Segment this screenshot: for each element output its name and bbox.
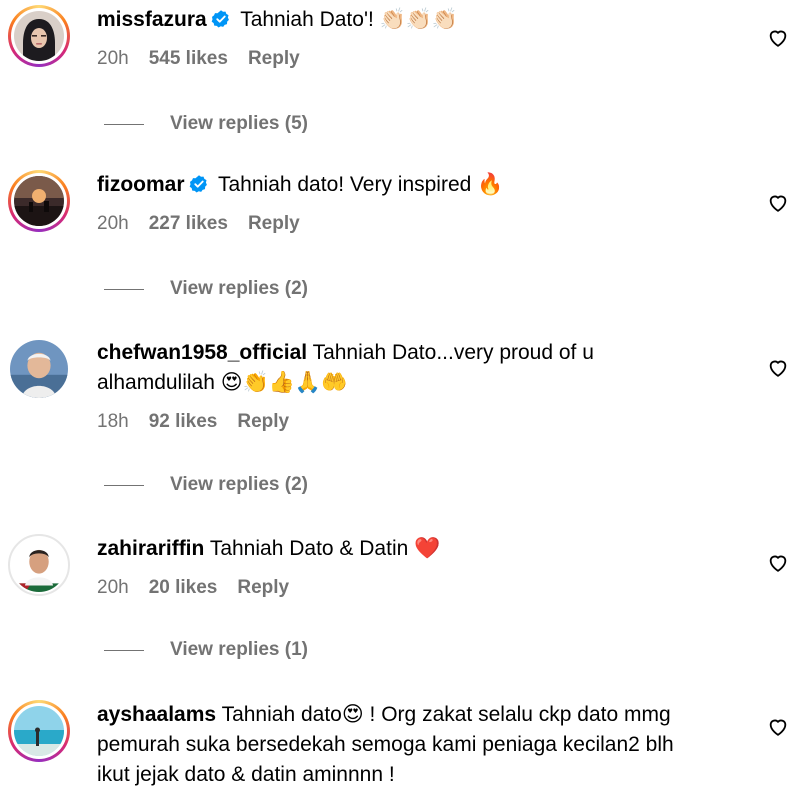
replies-divider-line [104,123,144,125]
comment-text-line: fizoomar Tahniah dato! Very inspired 🔥 [97,170,697,200]
reply-button[interactable]: Reply [237,411,289,432]
reply-button[interactable]: Reply [248,213,300,234]
avatar-story-ring[interactable] [8,700,70,762]
comment-text-line: missfazura Tahniah Dato'! 👏🏻👏🏻👏🏻 [97,5,697,35]
view-replies-button[interactable]: View replies (2) [104,474,308,496]
comment-username[interactable]: fizoomar [97,173,185,196]
comment-message: Tahniah Dato'! 👏🏻👏🏻👏🏻 [240,8,459,31]
reply-button[interactable]: Reply [248,48,300,69]
heart-outline-icon[interactable] [767,27,789,49]
view-replies-label: View replies (5) [170,113,308,134]
comment-text-line: chefwan1958_official Tahniah Dato...very… [97,338,697,398]
heart-outline-icon[interactable] [767,716,789,738]
view-replies-label: View replies (2) [170,474,308,495]
avatar-frame[interactable] [8,338,70,400]
comment-time: 20h [97,213,129,234]
man-portrait-avatar [12,538,66,592]
view-replies-button[interactable]: View replies (5) [104,113,308,135]
replies-divider-line [104,649,144,651]
elderly-man-avatar [10,340,68,398]
reply-button[interactable]: Reply [237,577,289,598]
comment-message: Tahniah Dato & Datin ❤️ [209,537,441,560]
comment-username[interactable]: ayshaalams [97,703,216,726]
comment-username[interactable]: missfazura [97,8,207,31]
comment-meta: 20h 20 likes Reply [97,577,697,599]
comments-list: missfazura Tahniah Dato'! 👏🏻👏🏻👏🏻 20h 545 … [0,0,800,805]
comment-username[interactable]: zahirariffin [97,537,204,560]
verified-badge-icon [189,174,209,194]
comment-likes[interactable]: 20 likes [149,577,218,598]
comment-likes[interactable]: 545 likes [149,48,228,69]
verified-badge-icon [211,9,231,29]
view-replies-label: View replies (2) [170,278,308,299]
avatar-frame[interactable] [8,534,70,596]
view-replies-label: View replies (1) [170,639,308,660]
comment-body: zahirariffin Tahniah Dato & Datin ❤️ 20h… [97,534,697,599]
comment-body: chefwan1958_official Tahniah Dato...very… [97,338,697,433]
comment-likes[interactable]: 227 likes [149,213,228,234]
comment-time: 18h [97,411,129,432]
comment-body: fizoomar Tahniah dato! Very inspired 🔥 2… [97,170,697,235]
comment-meta: 20h 545 likes Reply [97,48,697,70]
comment-body: ayshaalams Tahniah dato😍 ! Org zakat sel… [97,700,697,790]
avatar-story-ring[interactable] [8,5,70,67]
sunset-stage-avatar [14,176,64,226]
comment-message: Tahniah dato! Very inspired 🔥 [217,173,504,196]
comment-meta: 18h 92 likes Reply [97,411,697,433]
comment-meta: 20h 227 likes Reply [97,213,697,235]
comment-time: 20h [97,48,129,69]
avatar-story-ring[interactable] [8,170,70,232]
heart-outline-icon[interactable] [767,357,789,379]
comment-likes[interactable]: 92 likes [149,411,218,432]
view-replies-button[interactable]: View replies (1) [104,639,308,661]
heart-outline-icon[interactable] [767,552,789,574]
hijab-portrait-avatar [14,11,64,61]
view-replies-button[interactable]: View replies (2) [104,278,308,300]
heart-outline-icon[interactable] [767,192,789,214]
comment-text-line: zahirariffin Tahniah Dato & Datin ❤️ [97,534,697,564]
comment-text-line: ayshaalams Tahniah dato😍 ! Org zakat sel… [97,700,697,790]
comment-time: 20h [97,577,129,598]
comment-username[interactable]: chefwan1958_official [97,341,307,364]
replies-divider-line [104,484,144,486]
replies-divider-line [104,288,144,290]
beach-avatar [14,706,64,756]
comment-body: missfazura Tahniah Dato'! 👏🏻👏🏻👏🏻 20h 545 … [97,5,697,70]
